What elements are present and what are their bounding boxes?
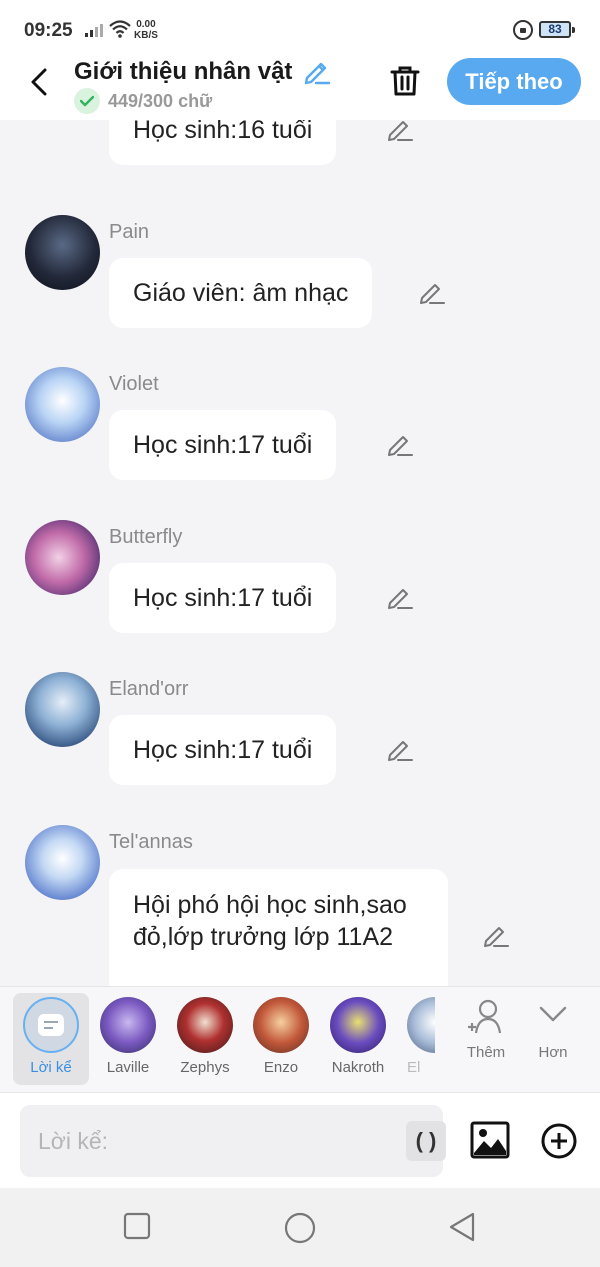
character-el[interactable]: El (395, 993, 435, 1085)
character-nakroth[interactable]: Nakroth (320, 993, 396, 1085)
next-button[interactable]: Tiếp theo (447, 58, 581, 105)
delete-button[interactable] (388, 64, 422, 98)
add-character-button[interactable]: Thêm (451, 997, 521, 1077)
character-label: Nakroth (331, 1059, 385, 1076)
add-label: Thêm (466, 1044, 506, 1061)
character-selector: Lời kể Laville Zephys Enzo Nakroth El Th… (0, 986, 600, 1092)
pencil-icon[interactable] (386, 430, 414, 458)
add-button[interactable] (541, 1123, 577, 1164)
status-time: 09:25 (24, 20, 73, 41)
narrator-icon (23, 997, 79, 1053)
speed-value: 0.00 (136, 19, 156, 30)
check-icon (74, 88, 100, 114)
message-bubble[interactable]: Học sinh:16 tuổi (109, 120, 337, 165)
pencil-icon (304, 62, 331, 85)
avatar (25, 672, 100, 747)
input-wrapper: ( ) (20, 1105, 446, 1177)
character-label: Zephys (180, 1059, 230, 1076)
narration-input[interactable] (38, 1105, 388, 1177)
chat-area[interactable]: Học sinh:16 tuổi Pain Giáo viên: âm nhạc… (0, 120, 600, 986)
character-zephys[interactable]: Zephys (167, 993, 243, 1085)
expand-button[interactable]: Hơn (518, 997, 588, 1077)
avatar (100, 997, 156, 1053)
speed-unit: KB/S (134, 30, 158, 41)
parentheses-button[interactable]: ( ) (406, 1121, 446, 1161)
recents-icon[interactable] (123, 1212, 151, 1240)
character-label: El (407, 1059, 421, 1076)
trash-icon (390, 66, 420, 96)
status-bar: 09:25 0.00 KB/S 83 (0, 0, 600, 58)
pencil-icon[interactable] (418, 278, 446, 306)
avatar (177, 997, 233, 1053)
back-button[interactable] (24, 64, 54, 100)
pencil-icon[interactable] (482, 921, 510, 949)
avatar (407, 997, 435, 1053)
character-label: Lời kể (30, 1059, 72, 1076)
page-title: Giới thiệu nhân vật (74, 58, 293, 85)
speaker-name: Eland'orr (109, 678, 189, 700)
speaker-name: Tel'annas (109, 831, 193, 853)
input-bar: ( ) (0, 1092, 600, 1188)
network-speed: 0.00 KB/S (134, 19, 158, 41)
wifi-icon (108, 19, 132, 44)
message-bubble[interactable]: Học sinh:17 tuổi (109, 563, 337, 633)
message-bubble[interactable]: Hội phó hội học sinh,sao đỏ,lớp trưởng l… (109, 869, 448, 986)
message-bubble[interactable]: Giáo viên: âm nhạc (109, 258, 373, 328)
avatar (25, 367, 100, 442)
pencil-icon[interactable] (386, 583, 414, 611)
avatar (25, 215, 100, 290)
header: Giới thiệu nhân vật 449/300 chữ Tiếp the… (0, 58, 600, 120)
pencil-icon[interactable] (386, 120, 414, 143)
avatar (330, 997, 386, 1053)
speaker-name: Violet (109, 373, 159, 395)
home-icon[interactable] (284, 1212, 316, 1244)
pencil-icon[interactable] (386, 735, 414, 763)
image-icon (470, 1121, 510, 1159)
chevron-left-icon (31, 68, 47, 96)
character-label: Enzo (263, 1059, 299, 1076)
character-count: 449/300 chữ (108, 91, 213, 111)
avatar (25, 520, 100, 595)
signal-icon (84, 22, 104, 43)
character-enzo[interactable]: Enzo (243, 993, 319, 1085)
plus-circle-icon (541, 1123, 577, 1159)
character-laville[interactable]: Laville (90, 993, 166, 1085)
system-nav-bar (0, 1188, 600, 1267)
more-label: Hơn (538, 1044, 568, 1061)
character-label: Laville (106, 1059, 150, 1076)
speaker-name: Pain (109, 221, 150, 243)
message-bubble[interactable]: Học sinh:17 tuổi (109, 410, 337, 480)
avatar (253, 997, 309, 1053)
speaker-name: Butterfly (109, 526, 183, 548)
character-narrator[interactable]: Lời kể (13, 993, 89, 1085)
rotation-lock-icon (513, 20, 533, 40)
chevron-down-icon (539, 1006, 567, 1022)
avatar (25, 825, 100, 900)
edit-title-button[interactable] (302, 56, 332, 91)
add-person-icon (468, 999, 502, 1034)
image-button[interactable] (470, 1121, 510, 1164)
message-bubble[interactable]: Học sinh:17 tuổi (109, 715, 337, 785)
back-nav-icon[interactable] (448, 1212, 476, 1242)
battery-indicator: 83 (539, 21, 575, 38)
